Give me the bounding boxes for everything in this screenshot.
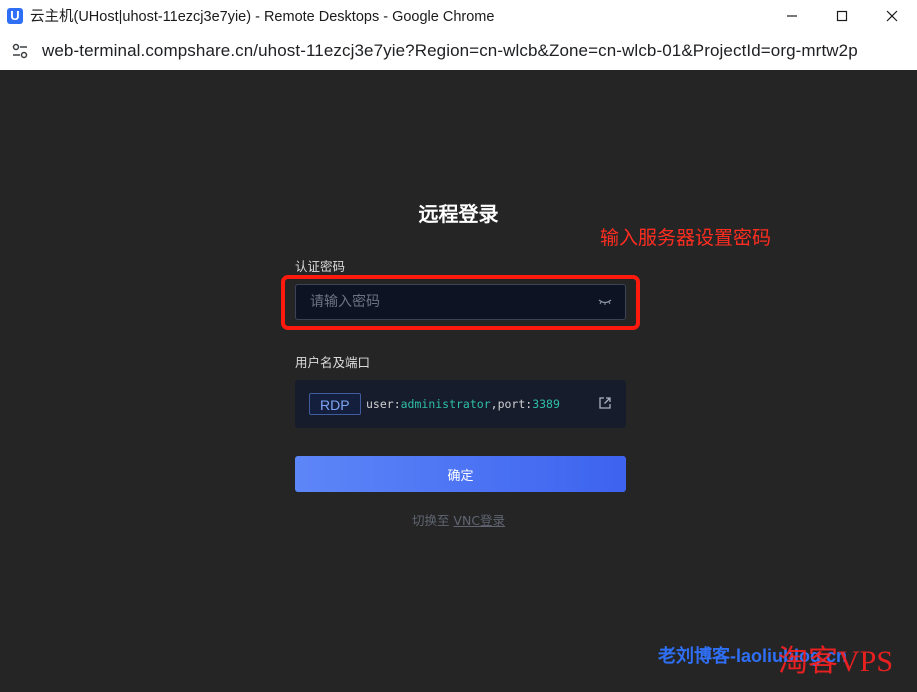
address-bar: web-terminal.compshare.cn/uhost-11ezcj3e… [0,31,917,70]
password-input[interactable] [295,284,626,320]
user-key: user: [366,397,401,411]
site-info-icon [12,43,28,58]
connection-info-panel: RDP user:administrator,port:3389 [295,380,626,428]
close-button[interactable] [867,0,917,31]
window-controls [767,0,917,31]
maximize-button[interactable] [817,0,867,31]
password-label: 认证密码 [295,259,346,274]
site-info-button[interactable] [10,41,30,61]
connection-text: user:administrator,port:3389 [366,397,560,411]
user-port-label: 用户名及端口 [295,355,371,370]
close-icon [886,10,898,21]
protocol-tag: RDP [309,393,361,415]
port-value: 3389 [532,397,560,411]
remote-login-page: 远程登录 输入服务器设置密码 认证密码 用户名及端口 RDP user:admi… [0,70,917,692]
confirm-button[interactable]: 确定 [295,456,626,492]
minimize-icon [787,14,797,17]
vnc-login-link[interactable]: VNC登录 [453,513,505,528]
switch-prefix: 切换至 [411,513,454,528]
annotation-text: 输入服务器设置密码 [600,227,772,249]
switch-vnc-link[interactable]: 切换至 VNC登录 [0,510,917,529]
port-key: ,port: [490,397,533,411]
maximize-icon [836,10,848,21]
minimize-button[interactable] [767,0,817,31]
url-text[interactable]: web-terminal.compshare.cn/uhost-11ezcj3e… [42,41,858,61]
eye-closed-icon[interactable] [597,294,613,310]
page-title: 远程登录 [418,202,499,226]
edit-link-icon[interactable] [598,396,612,410]
window-titlebar: U 云主机(UHost|uhost-11ezcj3e7yie) - Remote… [0,0,917,31]
user-value: administrator [400,397,491,411]
watermark-right: 淘客VPS [778,645,894,678]
app-logo-icon: U [7,7,23,24]
window-title: 云主机(UHost|uhost-11ezcj3e7yie) - Remote D… [30,9,495,25]
